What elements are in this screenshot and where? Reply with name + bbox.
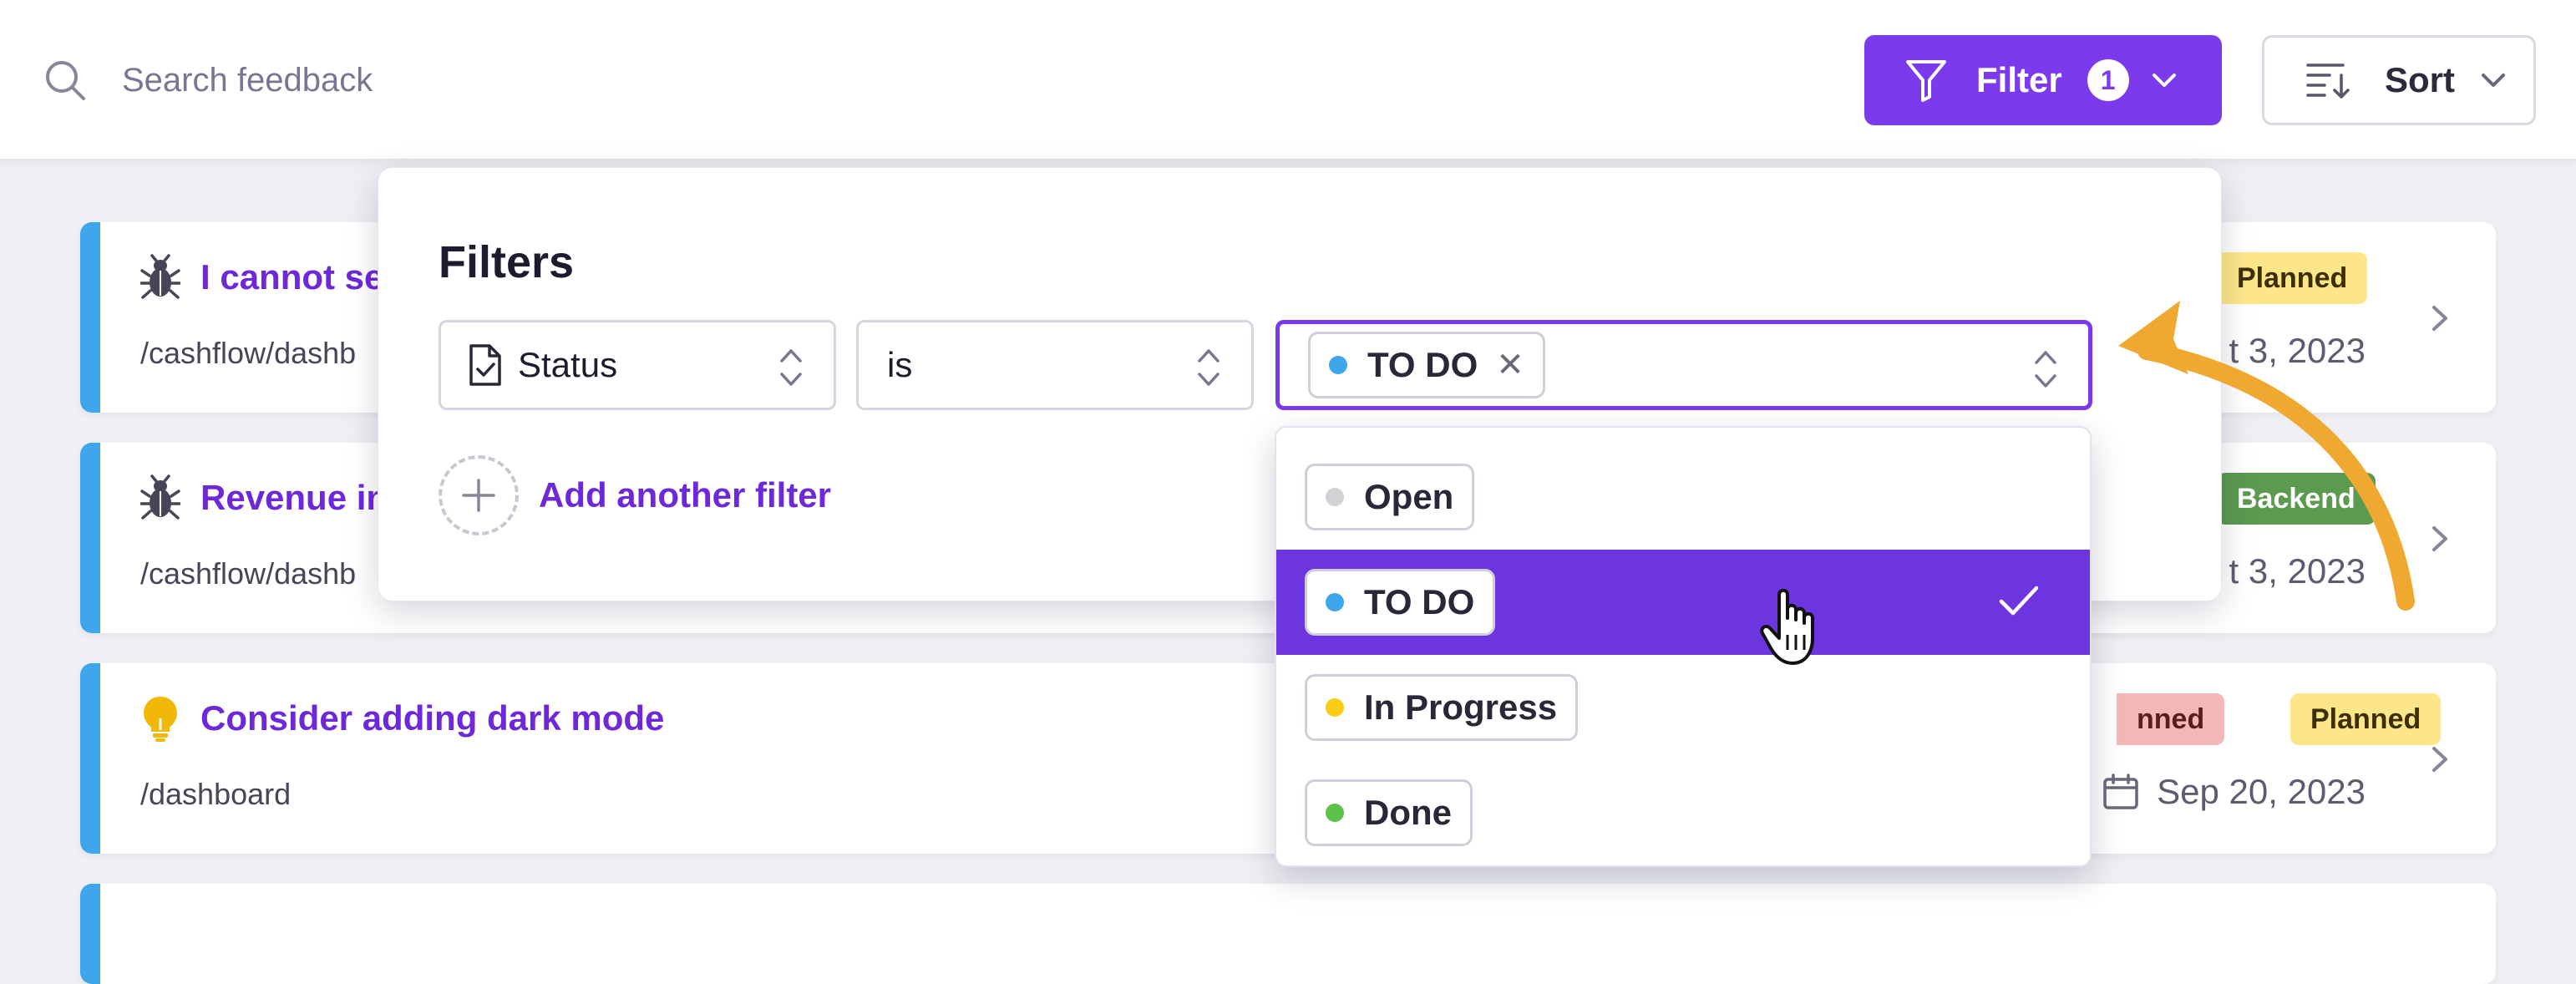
remove-chip-icon[interactable]: ✕ <box>1496 346 1524 384</box>
status-option-done[interactable]: Done <box>1276 760 2090 865</box>
card-path: /cashflow/dashb <box>140 556 357 591</box>
chevron-down-icon <box>2152 74 2176 87</box>
card-path: /cashflow/dashb <box>140 336 357 370</box>
filter-operator-value: is <box>887 345 913 384</box>
funnel-icon <box>1906 60 1946 102</box>
filter-operator-select[interactable]: is <box>856 320 1254 410</box>
card-title[interactable]: Consider adding dark mode <box>200 698 664 738</box>
chevron-right-icon[interactable] <box>2427 745 2452 774</box>
status-dropdown: Open TO DO In Progress Done <box>1275 426 2092 867</box>
chevron-up-down-icon <box>1198 349 1220 386</box>
lightbulb-icon <box>144 697 177 742</box>
filter-label: Filter <box>1976 60 2062 99</box>
status-chip: In Progress <box>1305 674 1579 741</box>
status-dot <box>1326 488 1344 506</box>
filters-heading: Filters <box>439 237 575 287</box>
card-path: /dashboard <box>140 777 292 811</box>
calendar-icon <box>2103 774 2138 809</box>
checkmark-icon <box>1999 586 2039 616</box>
card-accent <box>80 443 100 633</box>
tag-badge: Planned <box>2290 693 2442 745</box>
top-bar: Filter 1 Sort <box>0 0 2576 160</box>
plus-icon <box>462 479 495 512</box>
bug-icon <box>140 254 180 299</box>
card-date: Sep 20, 2023 <box>2102 772 2366 812</box>
status-option-label: Done <box>1364 793 1452 832</box>
status-option-label: Open <box>1364 477 1454 516</box>
sort-button[interactable]: Sort <box>2262 35 2536 125</box>
sort-label: Sort <box>2385 60 2455 99</box>
chevron-down-icon <box>2482 74 2505 87</box>
card-date-text: Sep 20, 2023 <box>2157 772 2366 811</box>
tag-badge: nned <box>2117 693 2225 745</box>
feedback-card[interactable] <box>80 884 2496 984</box>
status-option-open[interactable]: Open <box>1276 444 2090 550</box>
card-title[interactable]: Revenue in <box>200 478 388 518</box>
filter-count-badge: 1 <box>2087 59 2129 101</box>
annotation-arrow <box>2118 301 2415 611</box>
chevron-up-down-icon <box>2035 351 2056 388</box>
file-check-icon <box>469 344 501 386</box>
chip-label: TO DO <box>1367 345 1478 384</box>
hand-cursor-icon <box>1760 588 1814 665</box>
filter-button[interactable]: Filter 1 <box>1864 35 2222 125</box>
status-chip: Done <box>1305 779 1473 846</box>
status-option-todo[interactable]: TO DO <box>1276 550 2090 655</box>
add-filter-link[interactable]: Add another filter <box>539 475 831 515</box>
status-dot <box>1326 698 1344 717</box>
sort-icon <box>2306 63 2350 99</box>
add-filter-button[interactable] <box>439 455 519 535</box>
card-title[interactable]: I cannot se <box>200 257 383 297</box>
filter-field-select[interactable]: Status <box>439 320 836 410</box>
status-dot <box>1326 593 1344 611</box>
chevron-up-down-icon <box>780 349 802 386</box>
filter-field-value: Status <box>518 345 618 384</box>
card-accent <box>80 884 100 984</box>
card-accent <box>80 663 100 854</box>
status-dot <box>1326 804 1344 822</box>
bug-icon <box>140 474 180 520</box>
status-option-label: TO DO <box>1364 582 1475 621</box>
status-chip: Open <box>1305 464 1475 530</box>
status-option-label: In Progress <box>1364 687 1558 727</box>
card-accent <box>80 222 100 413</box>
status-chip: TO DO <box>1305 569 1496 636</box>
status-dot <box>1329 356 1347 374</box>
search-icon <box>46 61 85 100</box>
status-option-in-progress[interactable]: In Progress <box>1276 655 2090 760</box>
selected-value-chip: TO DO ✕ <box>1308 332 1545 398</box>
search-input[interactable] <box>122 52 874 109</box>
filter-value-select[interactable]: TO DO ✕ <box>1275 320 2092 410</box>
